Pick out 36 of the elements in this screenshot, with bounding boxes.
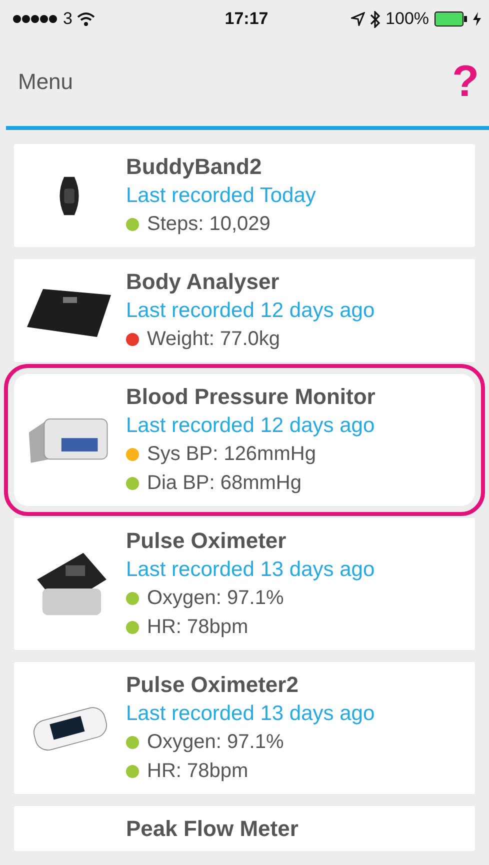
device-name: Peak Flow Meter (126, 815, 298, 843)
device-card[interactable]: Pulse Oximeter Last recorded 13 days ago Oxygen: 97.1% HR: 78bpm (14, 518, 475, 650)
reading-text: HR: 78bpm (147, 615, 248, 640)
reading-text: Oxygen: 97.1% (147, 586, 284, 611)
last-recorded: Last recorded 12 days ago (126, 298, 375, 324)
device-name: Blood Pressure Monitor (126, 383, 376, 411)
clock-time: 17:17 (224, 9, 268, 29)
device-name: Body Analyser (126, 268, 280, 296)
reading-text: HR: 78bpm (147, 759, 248, 784)
device-card[interactable]: Body Analyser Last recorded 12 days ago Weight: 77.0kg (14, 259, 475, 362)
device-card[interactable]: Pulse Oximeter2 Last recorded 13 days ago Oxygen: 97.1% HR: 78bpm (14, 662, 475, 794)
battery-percent: 100% (386, 9, 430, 29)
reading-text: Steps: 10,029 (147, 212, 270, 237)
battery-icon (434, 11, 468, 27)
help-button[interactable]: ? (452, 57, 479, 107)
device-name: Pulse Oximeter (126, 527, 288, 555)
device-name: Pulse Oximeter2 (126, 671, 300, 699)
signal-icon (12, 14, 58, 24)
location-icon (350, 12, 365, 26)
reading-text: Weight: 77.0kg (147, 327, 280, 352)
last-recorded: Last recorded 13 days ago (126, 701, 375, 727)
last-recorded: Last recorded Today (126, 183, 316, 209)
charging-icon (473, 12, 482, 26)
device-card[interactable]: Blood Pressure Monitor Last recorded 12 days ago Sys BP: 126mmHg Dia BP: 68mmHg (14, 374, 475, 506)
device-card[interactable]: Peak Flow Meter (14, 806, 475, 851)
bluetooth-icon (370, 10, 381, 28)
device-card[interactable]: BuddyBand2 Last recorded Today Steps: 10,029 (14, 144, 475, 247)
last-recorded: Last recorded 12 days ago (126, 413, 376, 439)
last-recorded: Last recorded 13 days ago (126, 557, 375, 583)
reading-text: Sys BP: 126mmHg (147, 442, 316, 467)
wifi-icon (77, 12, 96, 26)
reading-text: Oxygen: 97.1% (147, 730, 284, 755)
device-name: BuddyBand2 (126, 153, 263, 181)
carrier-name: 3 (63, 9, 72, 29)
menu-title[interactable]: Menu (18, 69, 74, 95)
reading-text: Dia BP: 68mmHg (147, 471, 302, 496)
